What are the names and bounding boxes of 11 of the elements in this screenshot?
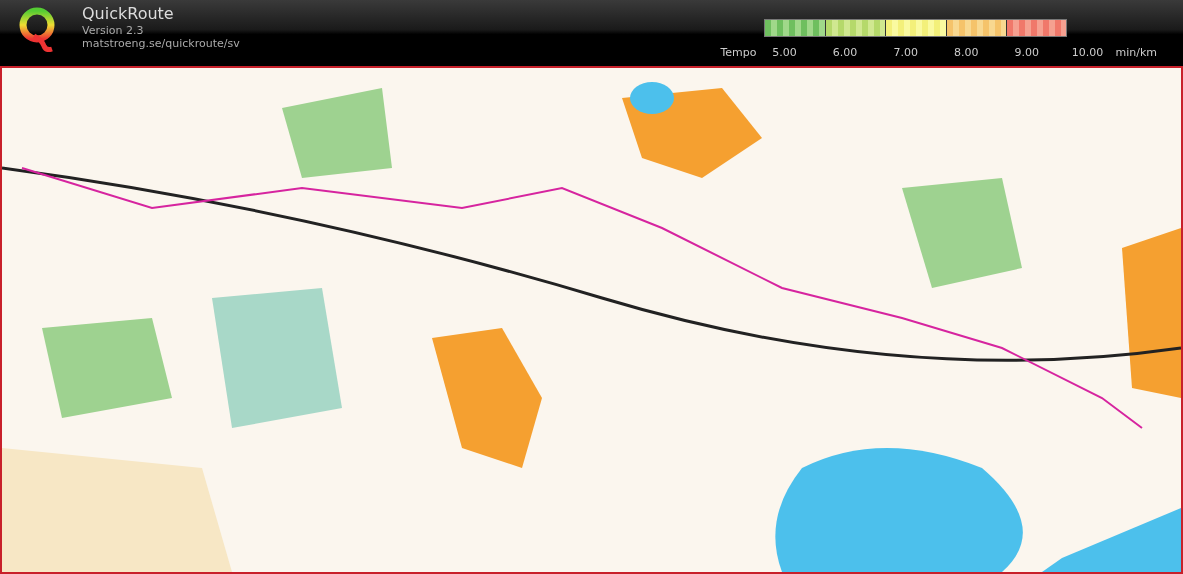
legend-label: Tempo [720,45,757,61]
tick-label: 8.00 [953,45,980,61]
unit-label: min/km [1115,45,1157,61]
tick-label: 7.00 [892,45,919,61]
tick-label: 10.00 [1070,45,1105,61]
version-text: Version 2.3 [82,24,145,37]
app-title: QuickRoute [82,4,175,24]
tick-label: 6.00 [831,45,859,61]
website-url: matstroeng.se/quickroute/sv [82,37,240,50]
tick-label: 5.00 [771,45,798,61]
tick-label: 9.00 [1013,45,1041,61]
